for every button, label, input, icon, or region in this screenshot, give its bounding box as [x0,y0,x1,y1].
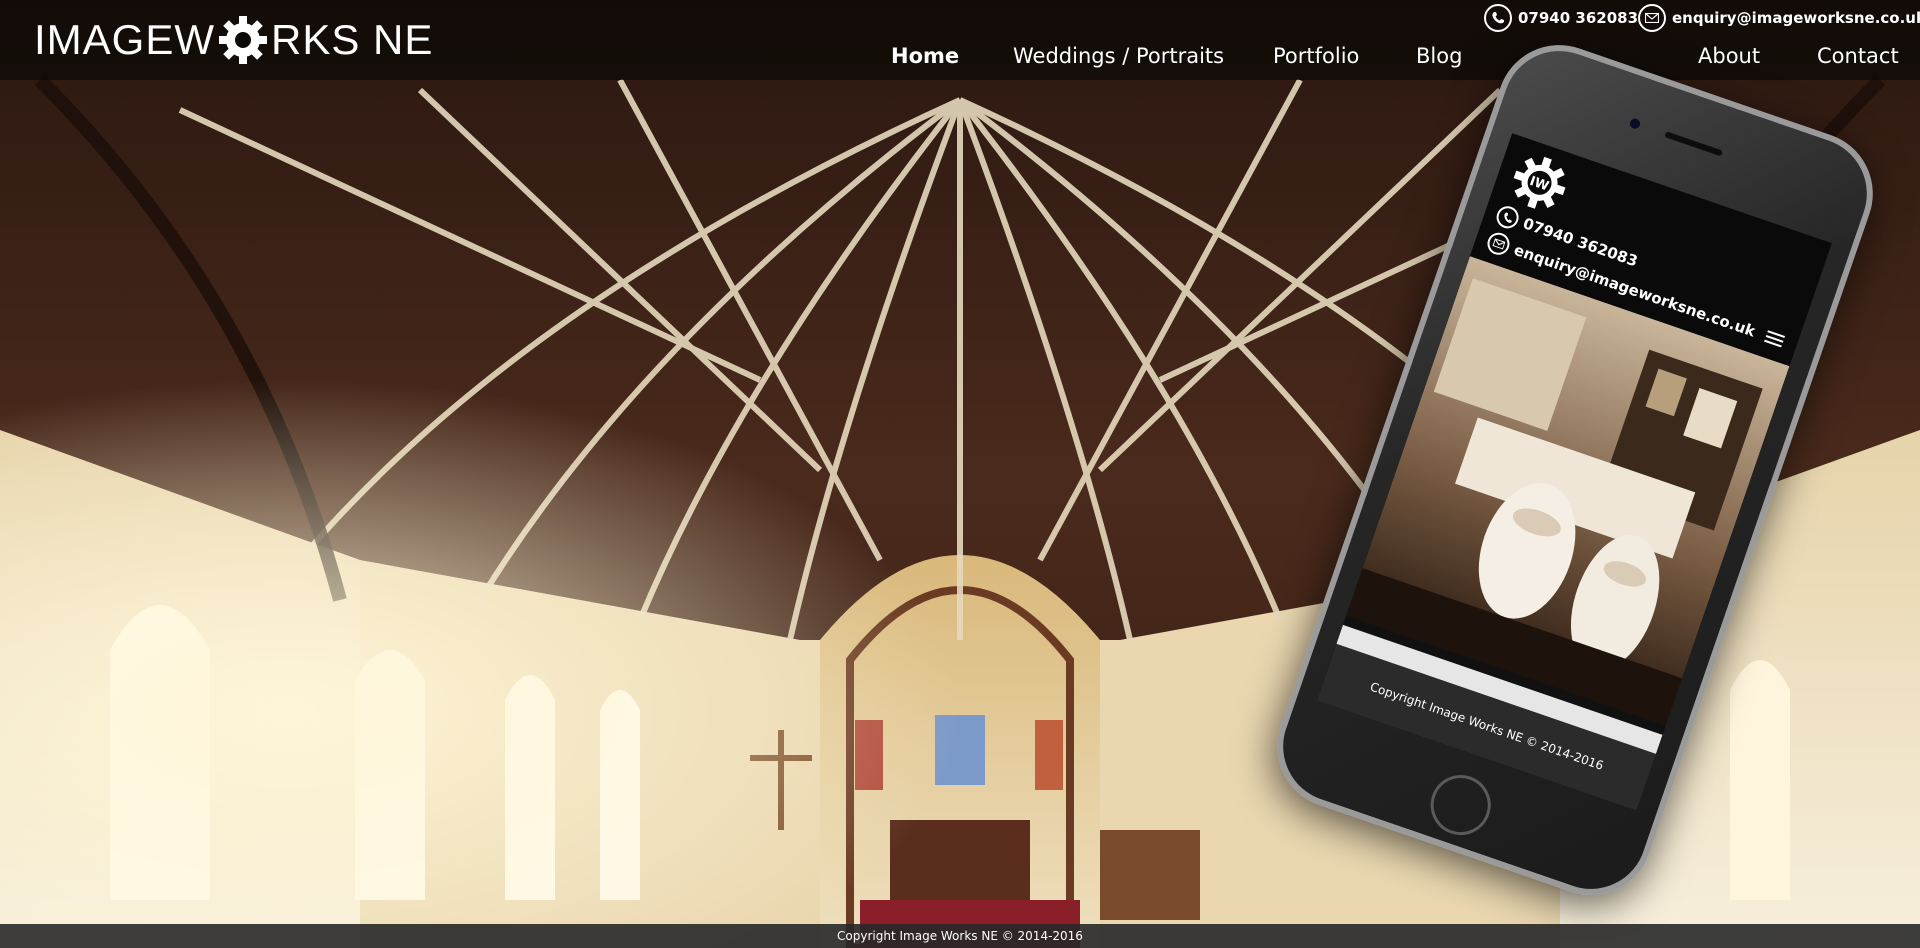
footer-copyright: Copyright Image Works NE © 2014-2016 [837,929,1083,943]
phone-icon [1493,203,1522,232]
header-email-text: enquiry@imageworksne.co.uk [1672,9,1920,27]
site-footer: Copyright Image Works NE © 2014-2016 [0,924,1920,948]
nav-portfolio[interactable]: Portfolio [1273,44,1359,68]
nav-about[interactable]: About [1698,44,1760,68]
header-phone-text: 07940 362083 [1518,9,1639,27]
phone-home-button [1422,766,1499,844]
header-email[interactable]: enquiry@imageworksne.co.uk [1638,4,1920,32]
header-phone[interactable]: 07940 362083 [1484,4,1638,32]
nav-blog[interactable]: Blog [1416,44,1462,68]
envelope-icon [1638,4,1666,32]
nav-contact[interactable]: Contact [1817,44,1899,68]
nav-home[interactable]: Home [891,44,959,68]
phone-speaker [1664,131,1723,157]
envelope-icon [1484,229,1513,258]
mobile-footer-text: Copyright Image Works NE © 2014-2016 [1368,679,1606,773]
phone-icon [1484,4,1512,32]
nav-weddings-portraits[interactable]: Weddings / Portraits [1013,44,1224,68]
phone-camera [1628,117,1642,131]
hamburger-menu-icon[interactable] [1763,327,1786,350]
